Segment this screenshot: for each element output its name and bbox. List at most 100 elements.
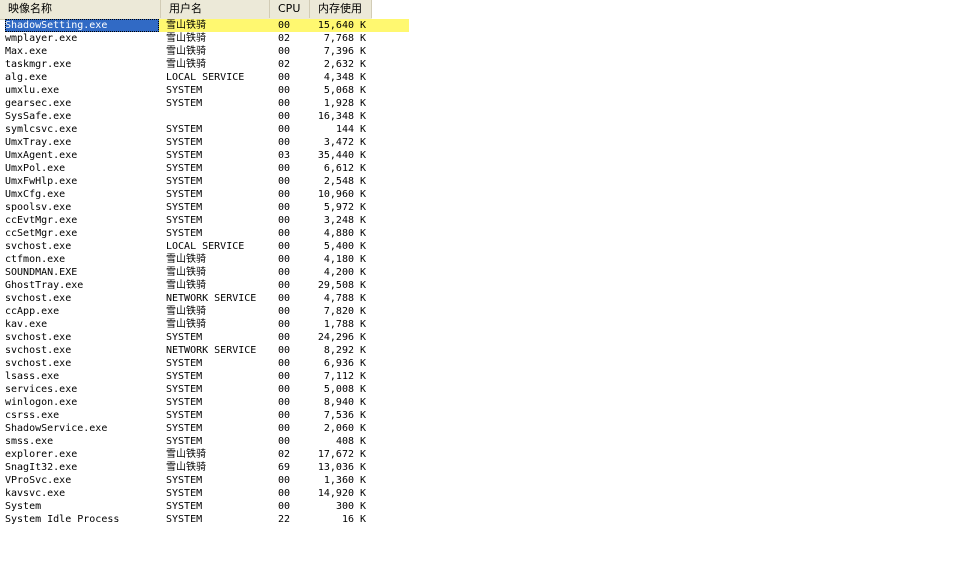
process-memory-unit: K bbox=[360, 397, 367, 408]
process-row[interactable]: services.exe SYSTEM 00 5,008 K bbox=[0, 383, 372, 396]
process-memory: 35,440 bbox=[317, 150, 354, 161]
process-row[interactable]: spoolsv.exe SYSTEM 00 5,972 K bbox=[0, 201, 372, 214]
process-user: SYSTEM bbox=[166, 384, 203, 395]
process-memory-unit: K bbox=[360, 215, 367, 226]
process-user bbox=[166, 110, 270, 123]
process-row[interactable]: ccApp.exe 雪山铁骑 00 7,820 K bbox=[0, 305, 372, 318]
process-name: smss.exe bbox=[5, 436, 54, 447]
column-header-image-name[interactable]: 映像名称 bbox=[0, 0, 161, 18]
process-row[interactable]: symlcsvc.exe SYSTEM 00 144 K bbox=[0, 123, 372, 136]
process-memory-unit: K bbox=[360, 475, 367, 486]
process-row[interactable]: Max.exe 雪山铁骑 00 7,396 K bbox=[0, 45, 372, 58]
process-user: SYSTEM bbox=[166, 332, 203, 343]
column-header-user-name[interactable]: 用户名 bbox=[161, 0, 270, 18]
process-memory: 3,472 bbox=[323, 137, 354, 148]
process-row[interactable]: System Idle Process SYSTEM 22 16 K bbox=[0, 513, 372, 526]
process-row[interactable]: gearsec.exe SYSTEM 00 1,928 K bbox=[0, 97, 372, 110]
process-name: services.exe bbox=[5, 384, 78, 395]
process-row[interactable]: ctfmon.exe 雪山铁骑 00 4,180 K bbox=[0, 253, 372, 266]
process-row[interactable]: svchost.exe NETWORK SERVICE 00 4,788 K bbox=[0, 292, 372, 305]
process-memory: 13,036 bbox=[317, 462, 354, 473]
process-name: svchost.exe bbox=[5, 345, 72, 356]
process-row[interactable]: UmxCfg.exe SYSTEM 00 10,960 K bbox=[0, 188, 372, 201]
process-memory-unit: K bbox=[360, 280, 367, 291]
process-memory-unit: K bbox=[360, 202, 367, 213]
process-memory: 408 bbox=[335, 436, 354, 447]
process-row[interactable]: csrss.exe SYSTEM 00 7,536 K bbox=[0, 409, 372, 422]
process-row[interactable]: UmxPol.exe SYSTEM 00 6,612 K bbox=[0, 162, 372, 175]
process-row[interactable]: umxlu.exe SYSTEM 00 5,068 K bbox=[0, 84, 372, 97]
process-memory: 8,292 bbox=[323, 345, 354, 356]
process-user: SYSTEM bbox=[166, 163, 203, 174]
process-user: SYSTEM bbox=[166, 189, 203, 200]
process-row[interactable]: svchost.exe LOCAL SERVICE 00 5,400 K bbox=[0, 240, 372, 253]
process-memory-unit: K bbox=[360, 150, 367, 161]
process-memory: 16 bbox=[341, 514, 354, 525]
process-memory: 144 bbox=[335, 124, 354, 135]
column-header-cpu[interactable]: CPU bbox=[270, 0, 310, 18]
process-memory-unit: K bbox=[360, 423, 367, 434]
process-memory: 24,296 bbox=[317, 332, 354, 343]
process-memory: 5,400 bbox=[323, 241, 354, 252]
process-memory-unit: K bbox=[360, 514, 367, 525]
process-row[interactable]: SOUNDMAN.EXE 雪山铁骑 00 4,200 K bbox=[0, 266, 372, 279]
process-memory: 3,248 bbox=[323, 215, 354, 226]
process-row[interactable]: UmxTray.exe SYSTEM 00 3,472 K bbox=[0, 136, 372, 149]
process-row[interactable]: taskmgr.exe 雪山铁骑 02 2,632 K bbox=[0, 58, 372, 71]
process-memory: 2,060 bbox=[323, 423, 354, 434]
process-name: GhostTray.exe bbox=[5, 280, 84, 291]
process-memory: 7,536 bbox=[323, 410, 354, 421]
process-row[interactable]: ShadowSetting.exe 雪山铁骑 00 15,640 K bbox=[0, 19, 409, 32]
process-row[interactable]: svchost.exe NETWORK SERVICE 00 8,292 K bbox=[0, 344, 372, 357]
process-memory: 5,008 bbox=[323, 384, 354, 395]
process-row[interactable]: GhostTray.exe 雪山铁骑 00 29,508 K bbox=[0, 279, 372, 292]
process-name: ccEvtMgr.exe bbox=[5, 215, 78, 226]
process-memory-unit: K bbox=[360, 85, 367, 96]
process-name: SnagIt32.exe bbox=[5, 462, 78, 473]
process-memory: 17,672 bbox=[317, 449, 354, 460]
process-row[interactable]: ccEvtMgr.exe SYSTEM 00 3,248 K bbox=[0, 214, 372, 227]
column-header-memory[interactable]: 内存使用 bbox=[310, 0, 372, 18]
process-name: System Idle Process bbox=[5, 514, 120, 525]
process-row[interactable]: VProSvc.exe SYSTEM 00 1,360 K bbox=[0, 474, 372, 487]
process-memory: 14,920 bbox=[317, 488, 354, 499]
process-row[interactable]: svchost.exe SYSTEM 00 24,296 K bbox=[0, 331, 372, 344]
process-user: SYSTEM bbox=[166, 85, 203, 96]
process-memory: 7,820 bbox=[323, 306, 354, 317]
process-row[interactable]: svchost.exe SYSTEM 00 6,936 K bbox=[0, 357, 372, 370]
process-row[interactable]: smss.exe SYSTEM 00 408 K bbox=[0, 435, 372, 448]
process-row[interactable]: ccSetMgr.exe SYSTEM 00 4,880 K bbox=[0, 227, 372, 240]
process-row[interactable]: ShadowService.exe SYSTEM 00 2,060 K bbox=[0, 422, 372, 435]
process-row[interactable]: lsass.exe SYSTEM 00 7,112 K bbox=[0, 370, 372, 383]
process-row[interactable]: UmxFwHlp.exe SYSTEM 00 2,548 K bbox=[0, 175, 372, 188]
process-row[interactable]: winlogon.exe SYSTEM 00 8,940 K bbox=[0, 396, 372, 409]
process-memory-unit: K bbox=[360, 319, 367, 330]
process-name: ccApp.exe bbox=[5, 306, 60, 317]
process-memory: 1,788 bbox=[323, 319, 354, 330]
process-memory-unit: K bbox=[360, 137, 367, 148]
process-row[interactable]: System SYSTEM 00 300 K bbox=[0, 500, 372, 513]
process-memory-unit: K bbox=[360, 20, 367, 31]
process-name: ccSetMgr.exe bbox=[5, 228, 78, 239]
process-memory-unit: K bbox=[360, 358, 367, 369]
process-row[interactable]: wmplayer.exe 雪山铁骑 02 7,768 K bbox=[0, 32, 372, 45]
process-row[interactable]: kav.exe 雪山铁骑 00 1,788 K bbox=[0, 318, 372, 331]
process-user: SYSTEM bbox=[166, 150, 203, 161]
process-row[interactable]: explorer.exe 雪山铁骑 02 17,672 K bbox=[0, 448, 372, 461]
process-user: 雪山铁骑 bbox=[166, 319, 206, 330]
process-memory: 6,612 bbox=[323, 163, 354, 174]
process-row[interactable]: UmxAgent.exe SYSTEM 03 35,440 K bbox=[0, 149, 372, 162]
process-row[interactable]: kavsvc.exe SYSTEM 00 14,920 K bbox=[0, 487, 372, 500]
process-user: SYSTEM bbox=[166, 436, 203, 447]
process-memory-unit: K bbox=[360, 488, 367, 499]
process-name: SysSafe.exe bbox=[5, 111, 72, 122]
process-row[interactable]: alg.exe LOCAL SERVICE 00 4,348 K bbox=[0, 71, 372, 84]
process-name: explorer.exe bbox=[5, 449, 78, 460]
process-row[interactable]: SysSafe.exe 00 16,348 K bbox=[0, 110, 372, 123]
process-user: 雪山铁骑 bbox=[166, 267, 206, 278]
process-memory: 4,348 bbox=[323, 72, 354, 83]
process-row[interactable]: SnagIt32.exe 雪山铁骑 69 13,036 K bbox=[0, 461, 372, 474]
process-name: svchost.exe bbox=[5, 293, 72, 304]
process-user: 雪山铁骑 bbox=[166, 306, 206, 317]
process-user: 雪山铁骑 bbox=[166, 280, 206, 291]
